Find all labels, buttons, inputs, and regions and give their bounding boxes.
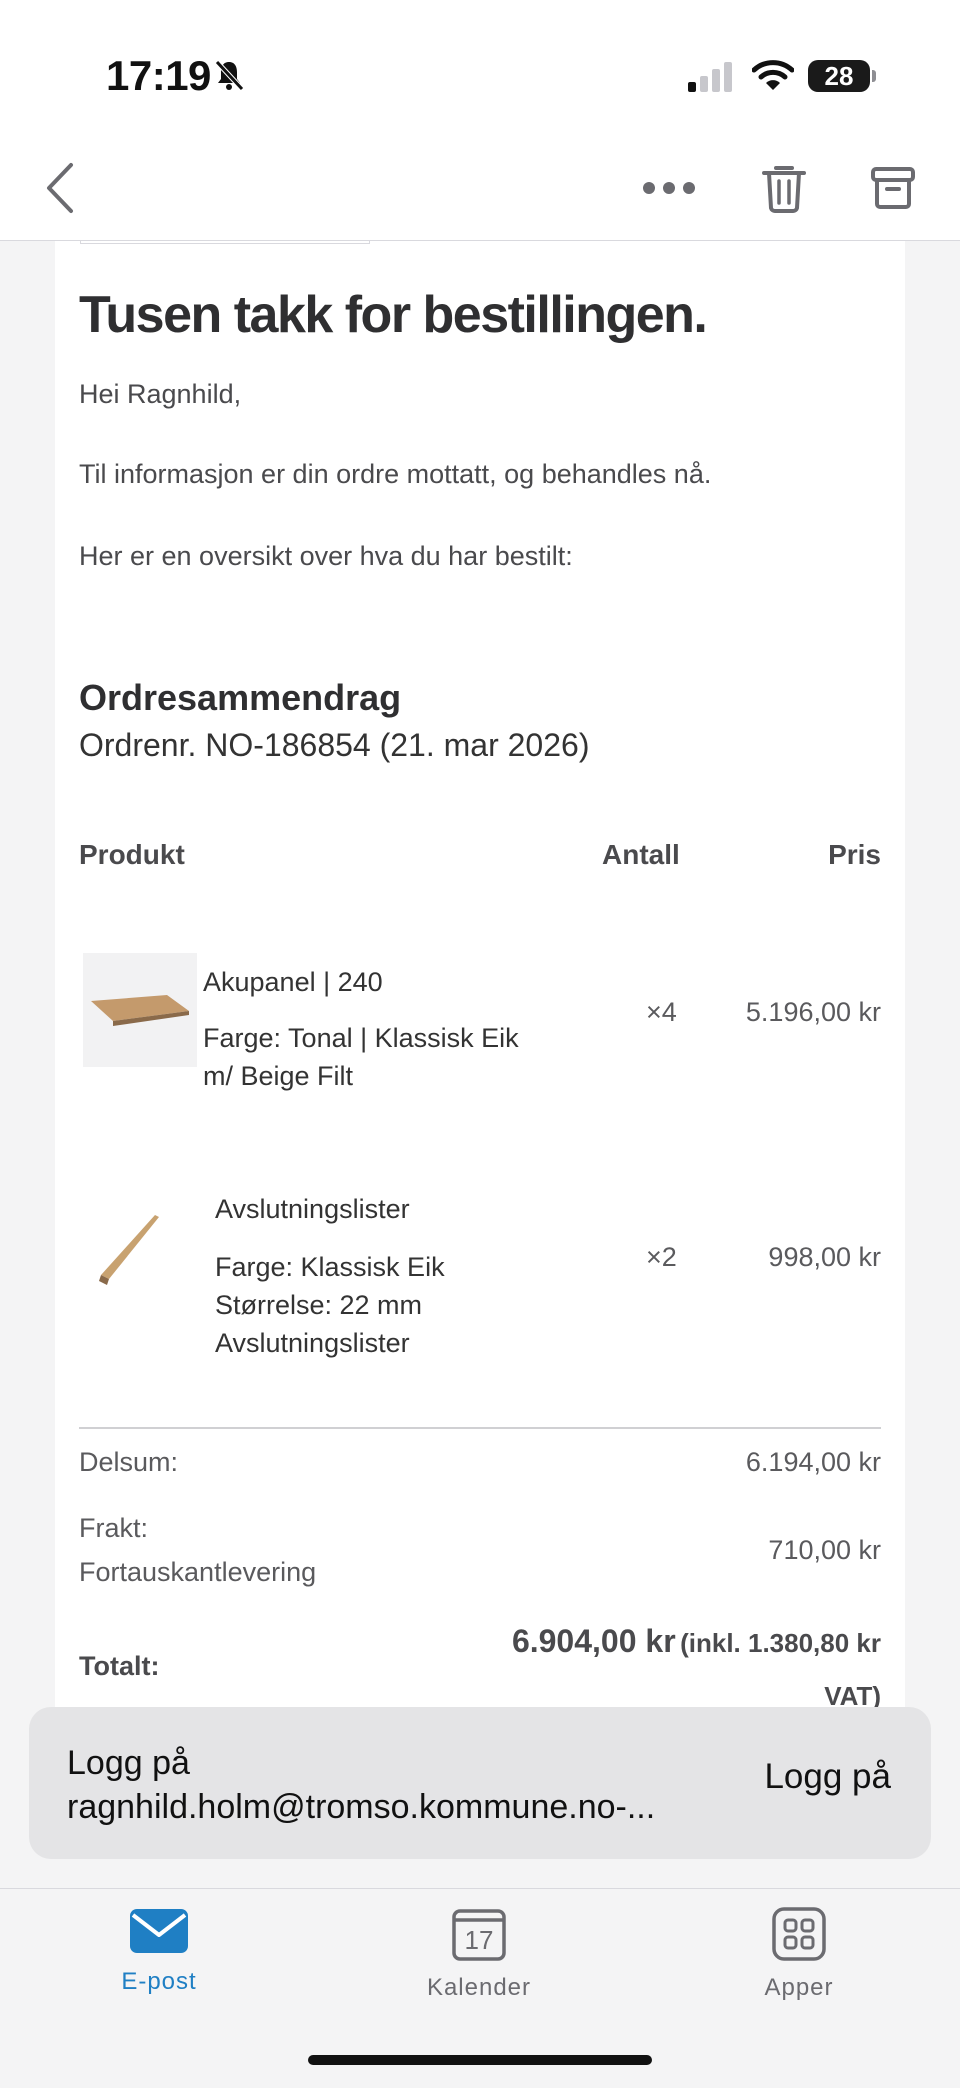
order-number: Ordrenr. NO-186854 (21. mar 2026) (79, 727, 590, 763)
battery-cap (872, 70, 876, 82)
signin-line1: Logg på (67, 1744, 190, 1782)
product-image-avslutningslister[interactable] (83, 1193, 187, 1297)
cellular-signal-icon (688, 62, 734, 97)
item-detail: Avslutningslister (215, 1328, 410, 1358)
tab-label: Kalender (426, 1974, 532, 2001)
shipping-method: Fortauskantlevering (79, 1557, 317, 1587)
email-toolbar (0, 140, 960, 241)
home-indicator[interactable] (308, 2055, 652, 2065)
calendar-icon: 17 (452, 1907, 506, 1961)
signin-message: Logg på ragnhild.holm@tromso.kommune.no-… (67, 1741, 707, 1829)
item-name[interactable]: Avslutningslister (215, 1194, 410, 1225)
calendar-date: 17 (464, 1925, 494, 1955)
total-label: Totalt: (79, 1651, 160, 1681)
more-button[interactable] (636, 140, 702, 240)
total-vat: (inkl. 1.380,80 kr (680, 1628, 881, 1658)
item-quantity: ×4 (646, 997, 677, 1027)
subtotal-label: Delsum: (79, 1447, 179, 1477)
apps-grid-icon (772, 1907, 826, 1965)
bell-off-icon (212, 58, 246, 97)
delete-button[interactable] (752, 140, 816, 240)
item-detail: Farge: Klassisk Eik (215, 1252, 445, 1282)
trash-icon (760, 162, 808, 219)
subtotal-value: 6.194,00 kr (745, 1447, 881, 1477)
wifi-icon (751, 58, 795, 97)
col-quantity: Antall (602, 839, 680, 870)
item-detail: Størrelse: 22 mm (215, 1290, 423, 1320)
greeting: Hei Ragnhild, (79, 379, 242, 409)
summary-title: Ordresammendrag (79, 677, 402, 718)
email-heading: Tusen takk for bestillingen. (79, 286, 708, 344)
item-detail: Farge: Tonal | Klassisk Eik (203, 1023, 519, 1053)
tab-mail[interactable]: E-post (59, 1907, 259, 1996)
signin-button[interactable]: Logg på (764, 1757, 891, 1797)
tab-calendar[interactable]: 17 Kalender (379, 1907, 579, 2002)
back-button[interactable] (30, 140, 90, 240)
battery-indicator: 28 (808, 60, 870, 92)
item-quantity: ×2 (646, 1242, 677, 1272)
total-value: 6.904,00 kr (511, 1623, 676, 1659)
item-name[interactable]: Akupanel | 240 (203, 967, 383, 998)
chevron-left-icon (43, 161, 77, 220)
signin-banner: Logg på ragnhild.holm@tromso.kommune.no-… (29, 1707, 931, 1859)
archive-icon (870, 166, 916, 215)
totals-divider (79, 1427, 881, 1429)
status-time: 17:19 (106, 52, 211, 99)
shipping-label: Frakt: (79, 1513, 149, 1543)
item-price: 998,00 kr (768, 1242, 881, 1272)
more-horizontal-icon (642, 181, 696, 200)
product-image-akupanel[interactable] (83, 953, 197, 1067)
item-price: 5.196,00 kr (745, 997, 881, 1027)
tab-apps[interactable]: Apper (699, 1907, 899, 2002)
shipping-value: 710,00 kr (768, 1535, 881, 1565)
tab-label: E-post (121, 1968, 197, 1995)
overview-text: Her er en oversikt over hva du har besti… (79, 541, 573, 571)
status-bar: 17:19 28 (0, 0, 960, 140)
col-price: Pris (828, 839, 881, 870)
email-scroll-area[interactable]: Tusen takk for bestillingen. Hei Ragnhil… (0, 241, 960, 1721)
signin-account: ragnhild.holm@tromso.kommune.no-... (67, 1788, 656, 1826)
email-body: Tusen takk for bestillingen. Hei Ragnhil… (55, 241, 905, 1721)
mail-icon (129, 1909, 189, 1959)
item-detail: m/ Beige Filt (203, 1061, 354, 1091)
total-block: 6.904,00 kr (inkl. 1.380,80 kr (512, 1623, 881, 1660)
logo-box (80, 241, 370, 244)
col-product: Produkt (79, 839, 185, 870)
archive-button[interactable] (862, 140, 924, 240)
tab-label: Apper (764, 1974, 834, 2001)
info-text: Til informasjon er din ordre mottatt, og… (79, 459, 712, 489)
